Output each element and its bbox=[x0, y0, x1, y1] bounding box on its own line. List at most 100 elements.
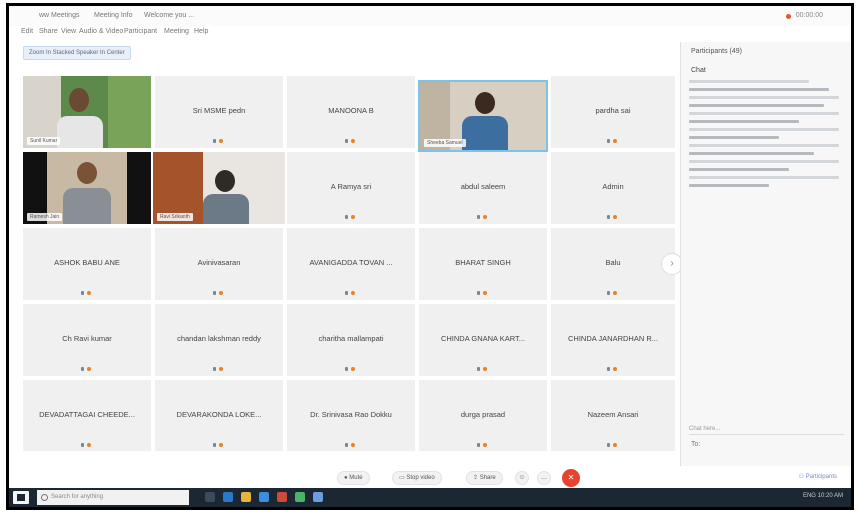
participant-tile[interactable]: Sri MSME pedn bbox=[155, 76, 283, 148]
participants-panel-header[interactable]: Participants (49) bbox=[691, 48, 742, 55]
participant-tile[interactable]: pardha sai bbox=[551, 76, 675, 148]
participant-tile[interactable]: charitha mallampati bbox=[287, 304, 415, 376]
reactions-smiley-icon[interactable]: ☺ bbox=[515, 471, 529, 485]
participant-name: pardha sai bbox=[595, 106, 631, 115]
share-button[interactable]: ⇪ Share bbox=[466, 471, 503, 485]
participant-tile[interactable]: Balu bbox=[551, 228, 675, 300]
menu-item-edit[interactable]: Edit bbox=[21, 28, 33, 35]
mic-muted-icon bbox=[607, 138, 619, 144]
edge-browser-icon[interactable] bbox=[223, 492, 233, 502]
participant-tile[interactable]: abdul saleem bbox=[419, 152, 547, 224]
mic-muted-icon bbox=[213, 366, 225, 372]
end-call-button[interactable]: ✕ bbox=[562, 469, 580, 487]
menu-item-share[interactable]: Share bbox=[39, 28, 58, 35]
mic-muted-icon bbox=[607, 366, 619, 372]
store-icon[interactable] bbox=[259, 492, 269, 502]
video-tile-sunil-kumar[interactable]: Sunil Kumar bbox=[23, 76, 151, 148]
participant-name-label: Sheeba Samuel bbox=[424, 139, 466, 147]
mic-muted-icon bbox=[213, 290, 225, 296]
chat-input[interactable]: Chat here... bbox=[689, 426, 844, 435]
file-explorer-icon[interactable] bbox=[241, 492, 251, 502]
meeting-app-icon[interactable] bbox=[313, 492, 323, 502]
office-icon[interactable] bbox=[277, 492, 287, 502]
mic-muted-icon bbox=[477, 442, 489, 448]
participants-toggle-button[interactable]: ⚇ Participants bbox=[799, 473, 837, 480]
more-options-button[interactable]: ... bbox=[537, 471, 551, 485]
participant-tile[interactable]: Dr. Srinivasa Rao Dokku bbox=[287, 380, 415, 451]
chat-panel-header[interactable]: Chat bbox=[691, 67, 706, 74]
menu-item-help[interactable]: Help bbox=[194, 28, 208, 35]
menu-item-audio-video[interactable]: Audio & Video bbox=[79, 28, 123, 35]
participant-tile[interactable]: BHARAT SINGH bbox=[419, 228, 547, 300]
participant-name: CHINDA GNANA KART... bbox=[440, 334, 526, 343]
participant-name: Balu bbox=[605, 258, 621, 267]
windows-start-icon[interactable] bbox=[13, 491, 29, 504]
menu-item-participant[interactable]: Participant bbox=[124, 28, 157, 35]
task-view-icon[interactable] bbox=[205, 492, 215, 502]
mic-muted-icon bbox=[607, 442, 619, 448]
participant-name: Ch Ravi kumar bbox=[62, 334, 112, 343]
mic-muted-icon bbox=[81, 290, 93, 296]
participant-tile[interactable]: durga prasad bbox=[419, 380, 547, 451]
recording-timer: 00:00:00 bbox=[795, 12, 823, 19]
participant-avatar bbox=[215, 170, 235, 192]
menu-item-meeting[interactable]: Meeting bbox=[164, 28, 189, 35]
participant-name-label: Ramesh Jain bbox=[27, 213, 63, 221]
mic-muted-icon bbox=[81, 366, 93, 372]
participant-tile[interactable]: chandan lakshman reddy bbox=[155, 304, 283, 376]
mic-muted-icon bbox=[345, 138, 357, 144]
participant-tile[interactable]: DEVADATTAGAI CHEEDE... bbox=[23, 380, 151, 451]
mic-muted-icon bbox=[477, 214, 489, 220]
share-icon: ⇪ bbox=[473, 475, 480, 481]
participant-name: durga prasad bbox=[460, 410, 506, 419]
meeting-toolbar: ● Mute ▭ Stop video ⇪ Share ☺ ... ✕ ⚇ Pa… bbox=[9, 466, 851, 488]
participant-name: A Ramya sri bbox=[330, 182, 372, 191]
participant-tile[interactable]: CHINDA JANARDHAN R... bbox=[551, 304, 675, 376]
window-title-meeting-info[interactable]: Meeting Info bbox=[94, 12, 133, 19]
participant-tile[interactable]: A Ramya sri bbox=[287, 152, 415, 224]
participant-grid: Sunil Kumar Sri MSME pedn MANOONA B Shee… bbox=[23, 76, 675, 451]
mic-muted-icon bbox=[607, 290, 619, 296]
mic-muted-icon bbox=[81, 442, 93, 448]
video-tile-active-speaker[interactable]: Sheeba Samuel bbox=[418, 80, 548, 152]
participant-avatar bbox=[475, 92, 495, 114]
participant-tile[interactable]: Ch Ravi kumar bbox=[23, 304, 151, 376]
video-tile-participant[interactable]: Ravi Srikanth bbox=[153, 152, 285, 224]
participant-name: AVANIGADDA TOVAN ... bbox=[309, 258, 393, 267]
stop-video-button[interactable]: ▭ Stop video bbox=[392, 471, 442, 485]
side-panel: Participants (49) Chat Chat here... To: bbox=[680, 42, 851, 466]
title-bar: ww Meetings Meeting Info Welcome you ...… bbox=[9, 6, 851, 26]
participant-name-label: Ravi Srikanth bbox=[157, 213, 193, 221]
mic-muted-icon bbox=[213, 442, 225, 448]
participant-tile[interactable]: AVANIGADDA TOVAN ... bbox=[287, 228, 415, 300]
chrome-icon[interactable] bbox=[295, 492, 305, 502]
people-icon: ⚇ bbox=[798, 474, 806, 480]
participant-tile[interactable]: Admin bbox=[551, 152, 675, 224]
participant-tile[interactable]: CHINDA GNANA KART... bbox=[419, 304, 547, 376]
layout-focus-button[interactable]: Zoom In Stacked Speaker In Center bbox=[23, 46, 131, 60]
participant-name-label: Sunil Kumar bbox=[27, 137, 61, 145]
participant-name: chandan lakshman reddy bbox=[177, 334, 261, 343]
taskbar-search-input[interactable]: Search for anything bbox=[37, 490, 189, 505]
window-title-topic: Welcome you ... bbox=[144, 12, 195, 19]
participant-avatar bbox=[77, 162, 97, 184]
mute-button[interactable]: ● Mute bbox=[337, 471, 370, 485]
mic-muted-icon bbox=[477, 366, 489, 372]
mic-muted-icon bbox=[213, 138, 225, 144]
menu-item-view[interactable]: View bbox=[61, 28, 76, 35]
participant-tile[interactable]: ASHOK BABU ANE bbox=[23, 228, 151, 300]
participant-name: Admin bbox=[602, 182, 624, 191]
participant-name: Avinivasaran bbox=[197, 258, 241, 267]
participant-tile[interactable]: Nazeem Ansari bbox=[551, 380, 675, 451]
system-tray-clock[interactable]: ENG 10:20 AM bbox=[803, 493, 843, 499]
mic-muted-icon bbox=[345, 442, 357, 448]
video-tile-participant[interactable]: Ramesh Jain bbox=[23, 152, 151, 224]
participant-tile[interactable]: Avinivasaran bbox=[155, 228, 283, 300]
participant-tile[interactable]: DEVARAKONDA LOKE... bbox=[155, 380, 283, 451]
participant-tile[interactable]: MANOONA B bbox=[287, 76, 415, 148]
participant-name: MANOONA B bbox=[328, 106, 374, 115]
chat-recipient-label[interactable]: To: bbox=[691, 441, 700, 448]
mic-muted-icon bbox=[607, 214, 619, 220]
mic-muted-icon bbox=[345, 290, 357, 296]
participant-name: ASHOK BABU ANE bbox=[54, 258, 120, 267]
